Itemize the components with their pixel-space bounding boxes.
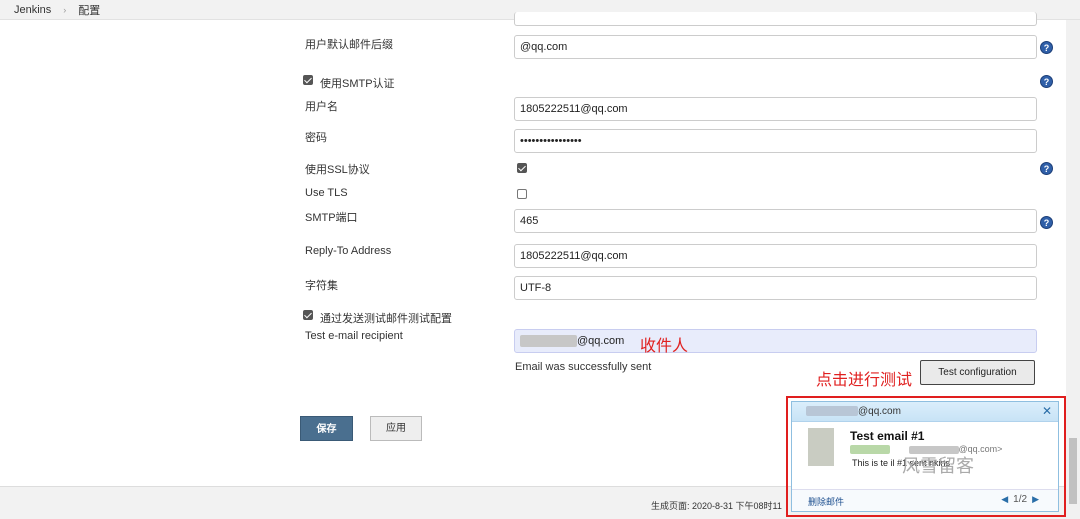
charset-label: 字符集 [305,280,338,292]
username-label: 用户名 [305,101,338,113]
recipient-input[interactable]: @qq.com [514,329,1037,353]
recipient-label: Test e-mail recipient [305,330,403,342]
email-notification-popup[interactable]: @qq.com ✕ Test email #1 @qq.com> This is… [791,401,1059,512]
test-configuration-button[interactable]: Test configuration [920,360,1035,385]
close-icon[interactable]: ✕ [1042,404,1052,418]
popup-from: @qq.com [806,406,901,417]
breadcrumb-jenkins[interactable]: Jenkins [14,4,51,16]
popup-header: @qq.com ✕ [792,402,1058,422]
tls-checkbox[interactable] [517,189,527,199]
delete-mail-link[interactable]: 删除邮件 [808,495,844,508]
previous-field[interactable] [514,12,1037,26]
popup-pager: ◀ 1/2 ▶ [996,494,1044,505]
test-config-label: 通过发送测试邮件测试配置 [320,313,452,325]
password-input[interactable]: •••••••••••••••• [514,129,1037,153]
popup-footer: 删除邮件 ◀ 1/2 ▶ [792,489,1058,511]
smtp-auth-checkbox[interactable] [303,75,313,85]
port-input[interactable]: 465 [514,209,1037,233]
tls-label: Use TLS [305,187,348,199]
test-annotation: 点击进行测试 [816,372,913,389]
save-button[interactable]: 保存 [300,416,353,441]
ssl-checkbox[interactable] [517,163,527,173]
reply-to-input[interactable]: 1805222511@qq.com [514,244,1037,268]
reply-to-label: Reply-To Address [305,245,392,257]
breadcrumb-separator-icon: › [63,4,67,15]
port-label: SMTP端口 [305,212,358,224]
help-icon[interactable]: ? [1040,75,1053,88]
password-label: 密码 [305,132,327,144]
help-icon[interactable]: ? [1040,162,1053,175]
breadcrumb-config[interactable]: 配置 [78,2,100,18]
apply-button[interactable]: 应用 [370,416,422,441]
scrollbar-thumb[interactable] [1069,438,1077,504]
test-config-checkbox[interactable] [303,310,313,320]
username-input[interactable]: 1805222511@qq.com [514,97,1037,121]
watermark-text: 风雪留客 [902,456,974,476]
scrollbar[interactable] [1066,20,1080,519]
popup-subject: Test email #1 [850,429,925,443]
next-arrow-icon[interactable]: ▶ [1032,494,1039,504]
suffix-label: 用户默认邮件后缀 [305,39,393,51]
success-message: Email was successfully sent [515,361,652,373]
prev-arrow-icon[interactable]: ◀ [1001,494,1008,504]
popup-from-value: @qq.com [858,406,901,417]
blurred-text [520,335,577,348]
suffix-input[interactable]: @qq.com [514,35,1037,59]
recipient-annotation: 收件人 [640,338,689,355]
blurred-text [850,445,890,455]
blurred-text [806,406,858,417]
avatar [808,428,834,466]
help-icon[interactable]: ? [1040,41,1053,54]
charset-input[interactable]: UTF-8 [514,276,1037,300]
ssl-label: 使用SSL协议 [305,164,370,176]
recipient-value: @qq.com [577,335,625,347]
popup-page-count: 1/2 [1013,494,1028,505]
footer-generated: 生成页面: 2020-8-31 下午08时11 [651,501,782,511]
smtp-auth-label: 使用SMTP认证 [320,78,395,90]
help-icon[interactable]: ? [1040,216,1053,229]
